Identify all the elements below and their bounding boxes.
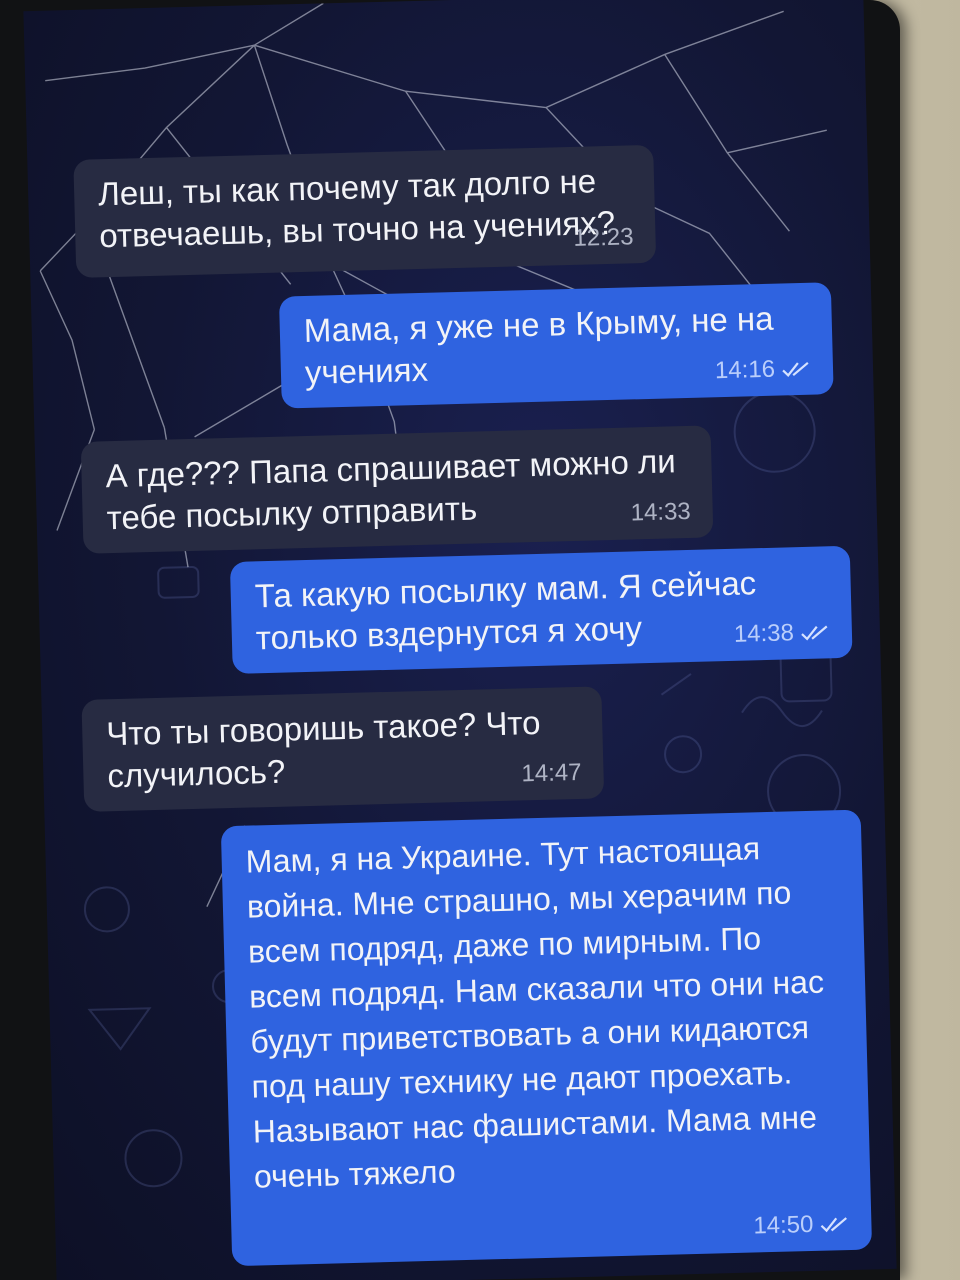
message-time: 14:33 [630, 497, 692, 527]
message-text: Та какую посылку мам. Я сейчас только вз… [254, 564, 757, 657]
message-bubble-incoming[interactable]: Что ты говоришь такое? Что случилось? 14… [81, 686, 605, 812]
double-check-icon [801, 625, 828, 641]
message-bubble-incoming[interactable]: Леш, ты как почему так долго не отвечаеш… [73, 144, 657, 278]
message-text: Мам, я на Украине. Тут настоящая война. … [245, 830, 825, 1195]
message-text: А где??? Папа спрашивает можно ли тебе п… [105, 442, 677, 537]
double-check-icon [782, 361, 809, 377]
photo-background: Леш, ты как почему так долго не отвечаеш… [0, 0, 960, 1280]
message-text: Мама, я уже не в Крыму, не на учениях [303, 299, 774, 391]
message-time: 14:47 [521, 758, 582, 788]
message-time: 14:38 [734, 619, 831, 648]
message-bubble-outgoing[interactable]: Та какую посылку мам. Я сейчас только вз… [229, 545, 853, 674]
double-check-icon [820, 1217, 847, 1233]
message-time: 14:16 [715, 356, 812, 384]
phone-body: Леш, ты как почему так долго не отвечаеш… [0, 0, 900, 1280]
message-text: Леш, ты как почему так долго не отвечаеш… [97, 162, 616, 255]
message-bubble-incoming[interactable]: А где??? Папа спрашивает можно ли тебе п… [80, 425, 714, 554]
message-time: 14:50 [753, 1211, 850, 1240]
chat-screen[interactable]: Леш, ты как почему так долго не отвечаеш… [23, 0, 897, 1280]
message-bubble-outgoing[interactable]: Мам, я на Украине. Тут настоящая война. … [220, 809, 873, 1267]
message-text: Что ты говоришь такое? Что случилось? [105, 703, 541, 795]
message-time: 12:23 [573, 223, 634, 252]
message-bubble-outgoing[interactable]: Мама, я уже не в Крыму, не на учениях 14… [278, 282, 834, 409]
